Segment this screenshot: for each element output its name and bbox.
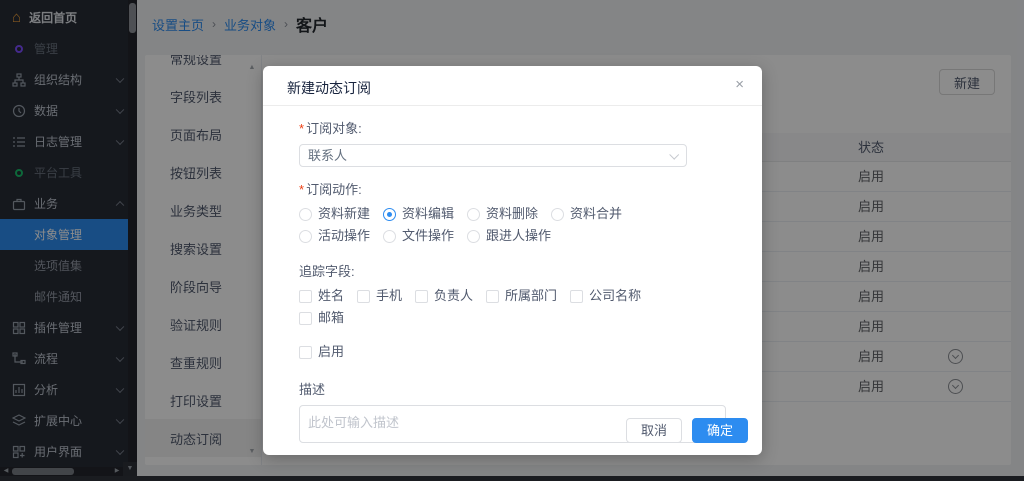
subscribe-object-label: *订阅对象: [299,120,726,138]
modal-body: *订阅对象: 联系人 *订阅动作: 资料新建 资料编辑 资料删除 资料合并 活动… [263,106,762,443]
checkbox-label: 负责人 [434,287,473,305]
radio-icon [383,230,396,243]
subscribe-object-select[interactable]: 联系人 [299,144,687,167]
checkbox-icon [299,290,312,303]
radio-option-delete[interactable]: 资料删除 [467,205,538,223]
radio-label: 资料合并 [570,205,622,223]
textarea-placeholder: 此处可输入描述 [308,415,399,430]
modal-header: 新建动态订阅 × [263,66,762,106]
enable-checkbox[interactable]: 启用 [299,343,713,361]
radio-option-merge[interactable]: 资料合并 [551,205,622,223]
radio-label: 资料删除 [486,205,538,223]
checkbox-label: 姓名 [318,287,344,305]
description-label: 描述 [299,381,726,399]
radio-option-follower[interactable]: 跟进人操作 [467,227,551,245]
checkbox-icon [415,290,428,303]
radio-option-create[interactable]: 资料新建 [299,205,370,223]
checkbox-label: 公司名称 [589,287,641,305]
checkbox-label: 所属部门 [505,287,557,305]
cancel-button[interactable]: 取消 [626,418,682,443]
chevron-down-icon [669,150,679,160]
radio-option-file[interactable]: 文件操作 [383,227,454,245]
radio-icon [551,208,564,221]
radio-label: 资料新建 [318,205,370,223]
radio-label: 文件操作 [402,227,454,245]
radio-option-edit[interactable]: 资料编辑 [383,205,454,223]
radio-icon [299,208,312,221]
checkbox-icon [570,290,583,303]
modal-title: 新建动态订阅 [287,78,371,98]
subscribe-action-radio-group: 资料新建 资料编辑 资料删除 资料合并 活动操作 文件操作 跟进人操作 [299,201,699,245]
track-fields-label: 追踪字段: [299,263,726,281]
required-asterisk: * [299,182,304,197]
required-asterisk: * [299,121,304,136]
radio-option-activity[interactable]: 活动操作 [299,227,370,245]
radio-label: 资料编辑 [402,205,454,223]
checkbox-icon [299,346,312,359]
radio-label: 活动操作 [318,227,370,245]
checkbox-icon [299,312,312,325]
track-fields-checkbox-group: 姓名 手机 负责人 所属部门 公司名称 邮箱 [299,283,699,327]
confirm-button[interactable]: 确定 [692,418,748,443]
app-root: ⌂ 返回首页 管理 组织结构 数据 日志管理 [0,0,1024,481]
radio-icon [299,230,312,243]
new-dynamic-subscription-modal: 新建动态订阅 × *订阅对象: 联系人 *订阅动作: 资料新建 资料编辑 资料删… [263,66,762,455]
modal-footer: 取消 确定 [626,418,748,443]
checkbox-option-department[interactable]: 所属部门 [486,287,557,305]
select-value: 联系人 [308,148,347,163]
checkbox-option-name[interactable]: 姓名 [299,287,344,305]
radio-icon [467,208,480,221]
enable-row: 启用 [299,343,726,361]
checkbox-icon [486,290,499,303]
checkbox-label: 邮箱 [318,309,344,327]
subscribe-action-label: *订阅动作: [299,181,726,199]
checkbox-option-company[interactable]: 公司名称 [570,287,641,305]
checkbox-option-mobile[interactable]: 手机 [357,287,402,305]
checkbox-option-email[interactable]: 邮箱 [299,309,344,327]
checkbox-icon [357,290,370,303]
close-icon[interactable]: × [735,76,744,93]
radio-icon [467,230,480,243]
checkbox-option-owner[interactable]: 负责人 [415,287,473,305]
radio-label: 跟进人操作 [486,227,551,245]
checkbox-label: 启用 [318,343,344,361]
checkbox-label: 手机 [376,287,402,305]
radio-selected-icon [383,208,396,221]
